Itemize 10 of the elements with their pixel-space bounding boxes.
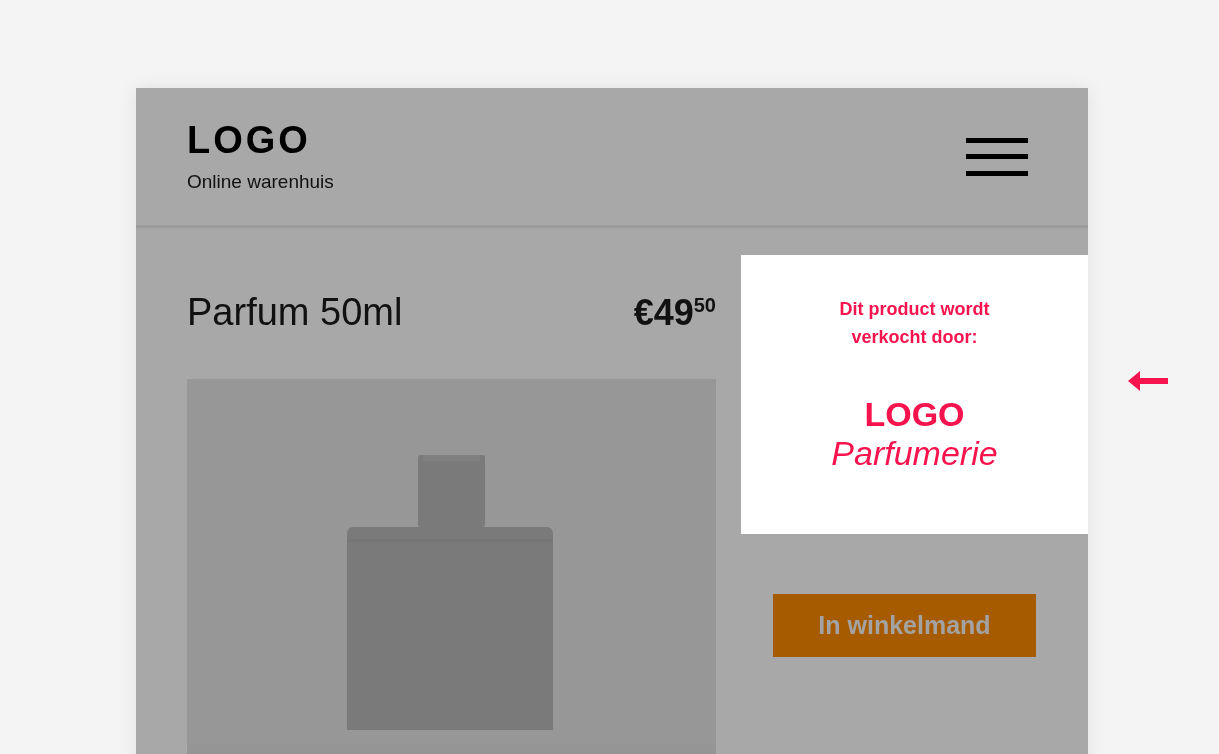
tagline: Online warenhuis bbox=[187, 170, 334, 193]
add-to-cart-button[interactable]: In winkelmand bbox=[773, 594, 1036, 657]
logo: LOGO bbox=[187, 120, 312, 159]
seller-logo: LOGO bbox=[864, 395, 965, 434]
menu-icon[interactable] bbox=[966, 137, 1028, 176]
seller-name: Parfumerie bbox=[831, 434, 998, 473]
price: €49$^{50}$ bbox=[633, 292, 716, 334]
seller-intro: Dit product wordt verkocht door: bbox=[838, 298, 991, 349]
arrow-icon bbox=[1126, 369, 1170, 393]
product-title: Parfum 50ml bbox=[187, 291, 403, 334]
